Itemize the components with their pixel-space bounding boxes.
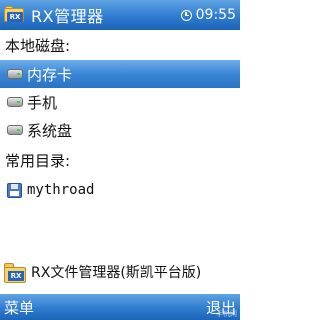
- clock-icon: [180, 9, 192, 21]
- watermark: 手机网: [216, 310, 237, 318]
- list-item-label: 系统盘: [27, 121, 73, 140]
- app-info-icon-label: RX: [8, 271, 24, 281]
- app-icon-label: RX: [7, 12, 23, 22]
- floppy-icon: [7, 182, 22, 198]
- section-header-local-disks: 本地磁盘:: [5, 37, 71, 55]
- list-item-label: mythroad: [27, 182, 95, 198]
- menu-softkey[interactable]: 菜单: [4, 297, 34, 318]
- app-info-text: RX文件管理器(斯凯平台版): [31, 265, 202, 281]
- app-title: RX管理器: [31, 7, 104, 26]
- list-item-label: 内存卡: [27, 65, 73, 84]
- file-list: 本地磁盘: 内存卡 手机 系统盘 常用目录: mythroad: [0, 30, 240, 294]
- app-info: RX RX文件管理器(斯凯平台版): [0, 258, 240, 286]
- folder-icon: RX: [4, 261, 28, 283]
- list-item-label: 手机: [27, 93, 58, 112]
- section-header-common-dirs: 常用目录:: [5, 152, 71, 170]
- softkey-bar: 菜单 退出 手机网: [0, 294, 240, 320]
- list-item-phone[interactable]: 手机: [0, 88, 240, 116]
- drive-icon: [7, 97, 23, 107]
- clock-time: 09:55: [195, 7, 236, 23]
- title-bar: RX RX管理器 09:55: [0, 0, 240, 30]
- drive-icon: [7, 69, 23, 79]
- status-clock: 09:55: [180, 0, 236, 30]
- folder-icon: RX: [4, 6, 26, 24]
- list-item-memory-card[interactable]: 内存卡: [0, 60, 240, 88]
- drive-icon: [7, 125, 23, 135]
- list-item-mythroad[interactable]: mythroad: [0, 176, 240, 204]
- list-item-system-disk[interactable]: 系统盘: [0, 116, 240, 144]
